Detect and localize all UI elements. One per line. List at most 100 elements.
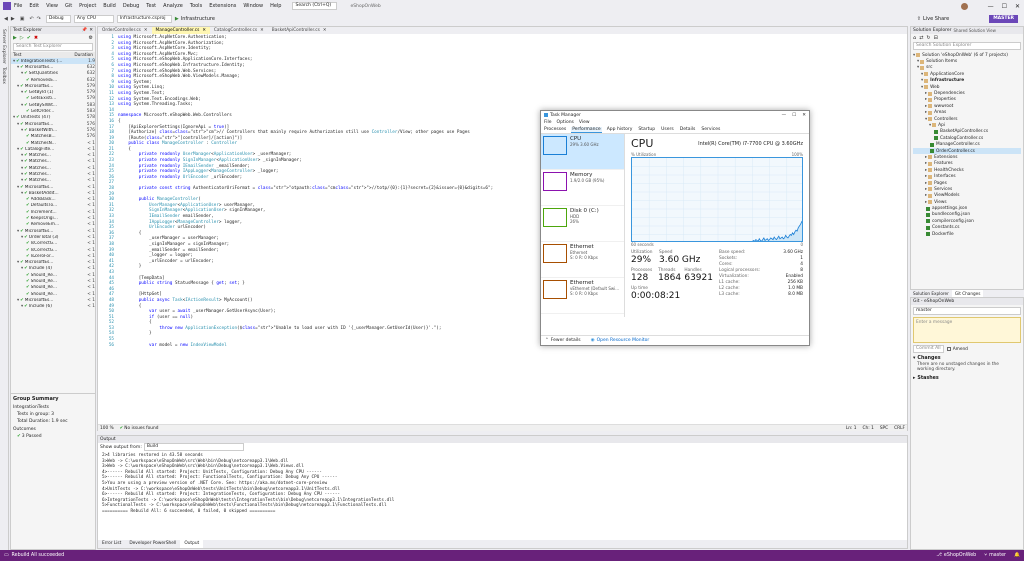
test-row[interactable]: ▾ ✔ MicrosoftEs... 579	[11, 83, 95, 89]
test-row[interactable]: ▾ ✔ MicrosoftEs... 576	[11, 121, 95, 127]
test-row[interactable]: ▾ ✔ MicrosoftEs... < 1	[11, 228, 95, 234]
close-tab-icon[interactable]: ✕	[323, 28, 327, 33]
right-panel-tab[interactable]: Git Changes	[951, 290, 984, 297]
expand-icon[interactable]: ▾	[921, 78, 923, 83]
menu-item[interactable]: View	[46, 3, 58, 9]
expand-icon[interactable]: ▸	[925, 181, 927, 186]
branch-select[interactable]: master	[913, 307, 1021, 315]
output-source-select[interactable]: Build	[143, 443, 244, 451]
minimize-icon[interactable]: —	[988, 3, 994, 10]
expand-icon[interactable]: ▾	[17, 298, 19, 303]
expand-icon[interactable]: ▾	[21, 266, 23, 271]
test-search-input[interactable]: Search Test Explorer	[13, 43, 93, 51]
expand-icon[interactable]: ▾	[17, 122, 19, 127]
menu-item[interactable]: Window	[243, 3, 263, 9]
maximize-icon[interactable]: ☐	[1002, 3, 1007, 10]
commit-message-input[interactable]: Enter a message	[913, 317, 1021, 343]
test-row[interactable]: ▾ ✔ Include (6) < 1	[11, 304, 95, 310]
tm-tab[interactable]: Details	[679, 127, 697, 132]
test-row[interactable]: ▾ ✔ BasketWith... 576	[11, 127, 95, 133]
server-explorer-tab[interactable]: Server Explorer	[1, 29, 6, 64]
menu-item[interactable]: Analyze	[163, 3, 183, 9]
expand-icon[interactable]: ▾	[21, 159, 23, 164]
bottom-tab[interactable]: Error List	[98, 540, 125, 548]
tm-maximize-icon[interactable]: ☐	[792, 113, 796, 118]
line-ending[interactable]: CRLF	[894, 426, 905, 431]
test-row[interactable]: ▾ ✔ CatalogFilte... < 1	[11, 146, 95, 152]
menu-item[interactable]: Project	[79, 3, 96, 9]
run-button[interactable]: Infrastructure	[181, 16, 215, 22]
test-row[interactable]: ▾ ✔ Matches... < 1	[11, 152, 95, 158]
test-row[interactable]: ▾ ✔ SetQuantities 632	[11, 71, 95, 77]
refresh-icon[interactable]: ↻	[926, 35, 930, 41]
test-row[interactable]: ▾ ✔ UnitTests (47) 578	[11, 115, 95, 121]
editor-tab[interactable]: ManageController.cs ✕	[151, 27, 210, 34]
search-box[interactable]: Search (Ctrl+Q)	[292, 2, 338, 10]
menu-item[interactable]: Help	[270, 3, 281, 9]
forward-icon[interactable]: ▶	[11, 16, 15, 22]
editor-tab[interactable]: OrderController.cs ✕	[98, 27, 152, 34]
project-select[interactable]: Infrastructure.csproj	[116, 15, 172, 23]
platform-select[interactable]: Any CPU	[73, 15, 114, 23]
expand-icon[interactable]: ▾	[21, 90, 23, 95]
test-row[interactable]: ▾ ✔ Matches... < 1	[11, 178, 95, 184]
bottom-tab[interactable]: Developer PowerShell	[125, 540, 180, 548]
menu-item[interactable]: Extensions	[209, 3, 236, 9]
expand-icon[interactable]: ▾	[921, 85, 923, 90]
test-row[interactable]: ▾ ✔ Matches... < 1	[11, 159, 95, 165]
run-icon[interactable]: ▷	[20, 35, 24, 41]
tm-tab[interactable]: Services	[700, 127, 721, 132]
tm-menu-item[interactable]: File	[544, 120, 552, 125]
user-avatar[interactable]	[960, 2, 968, 10]
tm-resource-item[interactable]: Ethernet vEthernet (Default Swi... S: 0 R…	[541, 278, 624, 314]
expand-icon[interactable]: ▾	[17, 185, 19, 190]
solution-tree-item[interactable]: Dockerfile	[913, 231, 1021, 237]
config-select[interactable]: Debug	[45, 15, 71, 23]
tm-menu-item[interactable]: Options	[557, 120, 574, 125]
menu-item[interactable]: Build	[103, 3, 116, 9]
test-row[interactable]: ▾ ✔ GetById (1) 579	[11, 89, 95, 95]
expand-icon[interactable]: ▸	[925, 174, 927, 179]
tm-tab[interactable]: Users	[660, 127, 675, 132]
expand-icon[interactable]: ▾	[21, 235, 23, 240]
test-row[interactable]: ▾ ✔ MicrosoftEs... < 1	[11, 184, 95, 190]
save-icon[interactable]: ▣	[20, 16, 25, 22]
expand-icon[interactable]: ▾	[21, 128, 23, 133]
tm-resource-item[interactable]: Disk 0 (C:) HDD 26%	[541, 206, 624, 242]
expand-icon[interactable]: ▾	[17, 84, 19, 89]
menu-item[interactable]: Test	[146, 3, 156, 9]
test-row[interactable]: ▾ ✔ BasketAddit... < 1	[11, 190, 95, 196]
run-all-icon[interactable]: ▶	[13, 35, 17, 41]
expand-icon[interactable]: ▾	[17, 260, 19, 265]
menu-item[interactable]: File	[14, 3, 22, 9]
expand-icon[interactable]: ▾	[13, 115, 15, 120]
expand-icon[interactable]: ▾	[917, 59, 919, 64]
test-row[interactable]: ▾ ✔ OrderTotal (3) < 1	[11, 234, 95, 240]
test-row[interactable]: ▾ ✔ IntegrationTests (... 1.9	[11, 58, 95, 65]
open-resource-monitor-link[interactable]: Open Resource Monitor	[597, 338, 650, 343]
expand-icon[interactable]: ▾	[21, 304, 23, 309]
expand-icon[interactable]: ▾	[21, 103, 23, 108]
expand-icon[interactable]: ▸	[925, 168, 927, 173]
expand-icon[interactable]: ▾	[925, 117, 927, 122]
test-row[interactable]: ▾ ✔ MicrosoftEs... 632	[11, 64, 95, 70]
expand-icon[interactable]: ▸	[925, 110, 927, 115]
tm-resource-item[interactable]: CPU 29% 3.60 GHz	[541, 134, 624, 170]
amend-checkbox[interactable]	[946, 347, 951, 351]
expand-icon[interactable]: ▾	[17, 65, 19, 70]
collapse-icon[interactable]: ⊟	[934, 35, 938, 41]
live-share-icon[interactable]: ⇪	[917, 16, 921, 22]
test-row[interactable]: ▾ ✔ MicrosoftEs... < 1	[11, 260, 95, 266]
run-icon[interactable]: ▶	[175, 16, 179, 22]
editor-tab[interactable]: BasketApiController.cs ✕	[268, 27, 331, 34]
expand-icon[interactable]: ▾	[21, 178, 23, 183]
passed-filter-icon[interactable]: ✔	[27, 35, 31, 41]
expand-icon[interactable]: ▾	[21, 166, 23, 171]
tm-minimize-icon[interactable]: —	[782, 113, 787, 118]
right-panel-tab[interactable]: Solution Explorer	[910, 290, 952, 297]
branch-name[interactable]: master	[989, 550, 1006, 561]
repo-name[interactable]: eShopOnWeb	[944, 550, 976, 561]
expand-icon[interactable]: ▸	[925, 187, 927, 192]
solution-search-input[interactable]: Search Solution Explorer	[913, 42, 1021, 50]
settings-icon[interactable]: ⚙	[89, 35, 93, 41]
